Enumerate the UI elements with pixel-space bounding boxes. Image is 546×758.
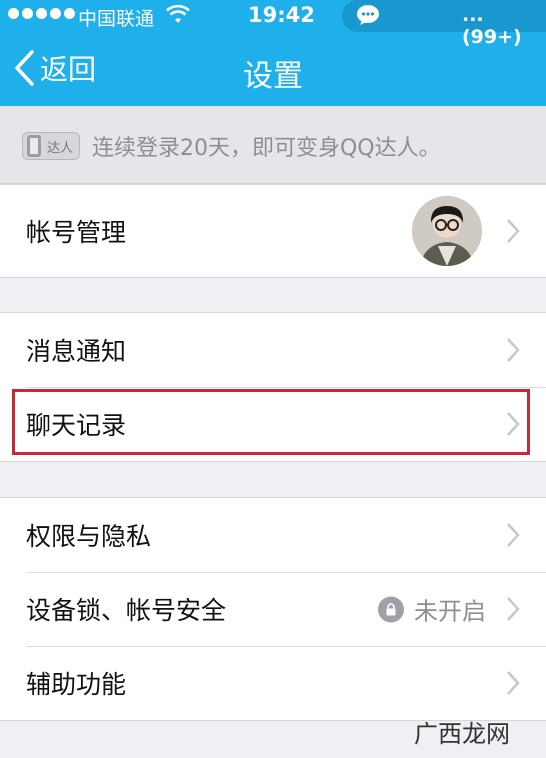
wifi-icon [166,5,190,23]
tip-banner: 达人 连续登录20天，即可变身QQ达人。 [0,106,546,184]
watermark: 广西龙网 [414,720,510,748]
qq-daren-badge-icon: 达人 [22,132,80,160]
chat-bubble-icon [357,5,379,25]
row-label: 帐号管理 [26,218,127,247]
chevron-right-icon [507,219,520,243]
settings-group-account: 帐号管理 [0,184,546,278]
page-title: 设置 [243,59,303,94]
chat-history-item[interactable]: 聊天记录 [0,387,546,461]
navigation-bar: 返回 设置 [0,34,546,106]
status-bar: 中国联通 19:42 ... (99+) [0,0,546,48]
message-notification-item[interactable]: 消息通知 [0,313,546,387]
device-lock-security-item[interactable]: 设备锁、帐号安全 未开启 [0,572,546,646]
settings-group-privacy: 权限与隐私 设备锁、帐号安全 未开启 辅助功能 [0,497,546,721]
avatar [412,196,482,266]
settings-group-messages: 消息通知 聊天记录 [0,312,546,462]
chevron-right-icon [507,671,520,695]
accessibility-item[interactable]: 辅助功能 [0,646,546,720]
chevron-right-icon [507,338,520,362]
badge-label: 达人 [47,140,74,156]
signal-icon [8,8,75,19]
chevron-right-icon [507,412,520,436]
tip-text: 连续登录20天，即可变身QQ达人。 [92,136,441,161]
chevron-right-icon [507,597,520,621]
row-label: 设备锁、帐号安全 [26,596,227,625]
row-label: 聊天记录 [26,411,127,440]
account-management-item[interactable]: 帐号管理 [0,185,546,277]
row-label: 辅助功能 [26,670,127,699]
carrier-name: 中国联通 [78,8,155,30]
row-label: 权限与隐私 [26,522,152,551]
top-header: 中国联通 19:42 ... (99+) 返回 设置 [0,0,546,106]
device-lock-status: 未开启 [378,592,486,627]
row-label: 消息通知 [26,337,127,366]
chevron-right-icon [507,523,520,547]
lock-icon [378,596,404,622]
status-text: 未开启 [414,597,486,626]
permissions-privacy-item[interactable]: 权限与隐私 [0,498,546,572]
clock: 19:42 [248,3,315,27]
